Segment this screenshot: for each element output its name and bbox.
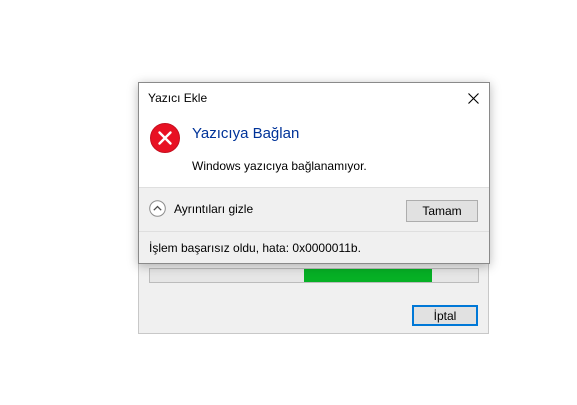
cancel-button-label: İptal [433,308,457,323]
details-toggle[interactable]: Ayrıntıları gizle [149,200,253,217]
error-dialog: Yazıcı Ekle Yazıcıya Bağlan Windows yazı… [138,82,490,264]
details-toggle-label: Ayrıntıları gizle [174,201,254,216]
progress-window: İptal [138,254,489,334]
dialog-footer: Ayrıntıları gizle Tamam İşlem başarısız … [139,187,489,263]
progress-bar-fill [304,269,433,282]
desktop: İptal Yazıcı Ekle Yazıcıya Bağlan Window… [0,0,577,405]
main-instruction: Yazıcıya Bağlan [192,125,300,142]
ok-button-label: Tamam [422,204,462,218]
details-text: İşlem başarısız oldu, hata: 0x0000011b. [149,241,361,255]
chevron-up-icon [149,200,166,217]
cancel-button[interactable]: İptal [412,305,478,326]
close-icon [467,92,479,104]
progress-bar [149,268,479,283]
ok-button[interactable]: Tamam [406,200,478,222]
dialog-titlebar[interactable]: Yazıcı Ekle [139,83,489,113]
dialog-title: Yazıcı Ekle [148,91,208,105]
divider [139,231,489,232]
content-text: Windows yazıcıya bağlanamıyor. [192,159,367,173]
error-x-icon [150,123,180,153]
close-button[interactable] [461,87,485,109]
